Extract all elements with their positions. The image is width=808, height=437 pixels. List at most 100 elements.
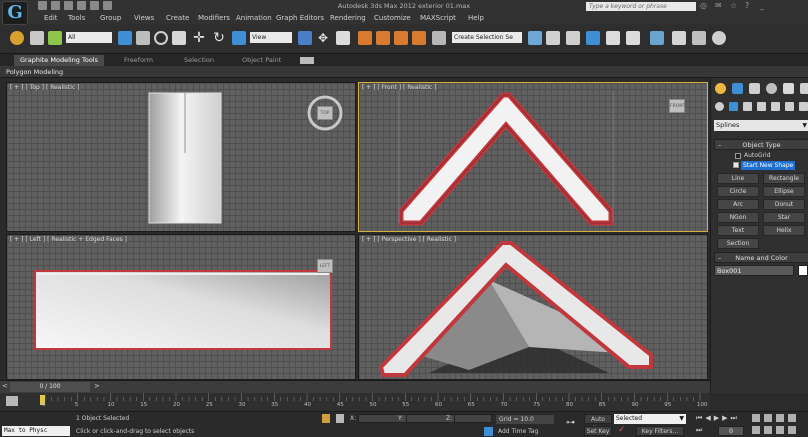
edit-named-selection-icon[interactable]: [432, 31, 446, 45]
pivot-center-icon[interactable]: [298, 31, 312, 45]
viewcube-top[interactable]: TOP: [317, 106, 333, 120]
shape-circle-button[interactable]: Circle: [717, 186, 759, 197]
menu-create[interactable]: Create: [166, 14, 189, 22]
start-new-shape-button[interactable]: Start New Shape: [741, 161, 796, 170]
maximize-viewport-icon[interactable]: [788, 426, 796, 434]
shape-star-button[interactable]: Star: [763, 212, 805, 223]
mini-curve-editor-icon[interactable]: [6, 396, 18, 406]
shape-ellipse-button[interactable]: Ellipse: [763, 186, 805, 197]
shape-donut-button[interactable]: Donut: [763, 199, 805, 210]
lights-icon[interactable]: [743, 102, 752, 111]
viewport-front[interactable]: FRONT [ + ] [ Front ] [ Realistic ]: [358, 82, 708, 232]
snaps-toggle-icon[interactable]: [358, 31, 372, 45]
render-setup-icon[interactable]: [672, 31, 686, 45]
zoom-icon[interactable]: [752, 414, 760, 422]
scale-icon[interactable]: [232, 31, 246, 45]
viewport-front-label[interactable]: [ + ] [ Front ] [ Realistic ]: [362, 84, 437, 91]
start-new-shape-checkbox[interactable]: [733, 162, 739, 168]
menu-graph-editors[interactable]: Graph Editors: [276, 14, 324, 22]
menu-tools[interactable]: Tools: [68, 14, 85, 22]
key-icon[interactable]: ⊶: [566, 418, 575, 428]
go-to-end-icon[interactable]: ⏭: [730, 414, 736, 423]
curve-editor-icon[interactable]: [606, 31, 620, 45]
menu-group[interactable]: Group: [100, 14, 121, 22]
pan-icon[interactable]: [764, 426, 772, 434]
schematic-view-icon[interactable]: [626, 31, 640, 45]
communication-icon[interactable]: ✉: [715, 1, 724, 10]
search-input[interactable]: Type a keyword or phrase: [586, 2, 696, 11]
shape-section-button[interactable]: Section: [717, 238, 759, 249]
prev-frame-icon[interactable]: <: [2, 382, 8, 390]
viewport-left[interactable]: LEFT [ + ] [ Left ] [ Realistic + Edged …: [6, 234, 356, 380]
tab-graphite-modeling-tools[interactable]: Graphite Modeling Tools: [14, 55, 105, 66]
menu-rendering[interactable]: Rendering: [330, 14, 366, 22]
orbit-icon[interactable]: [776, 426, 784, 434]
viewport-left-label[interactable]: [ + ] [ Left ] [ Realistic + Edged Faces…: [10, 236, 127, 243]
viewcube-left[interactable]: LEFT: [317, 259, 333, 273]
tab-selection[interactable]: Selection: [178, 55, 220, 66]
time-tag-icon[interactable]: [484, 427, 493, 436]
render-production-icon[interactable]: [712, 31, 726, 45]
space-warps-icon[interactable]: [785, 102, 794, 111]
autogrid-checkbox[interactable]: AutoGrid: [735, 152, 771, 159]
unlink-icon[interactable]: [30, 31, 44, 45]
menu-edit[interactable]: Edit: [44, 14, 58, 22]
minimize-icon[interactable]: _: [760, 1, 769, 10]
material-editor-icon[interactable]: [650, 31, 664, 45]
object-name-field[interactable]: Box001: [714, 265, 794, 276]
absolute-mode-icon[interactable]: [336, 414, 344, 423]
panel-polygon-modeling[interactable]: Polygon Modeling: [6, 68, 63, 76]
viewcube-front[interactable]: FRONT: [669, 99, 685, 113]
star-icon[interactable]: ☆: [730, 1, 739, 10]
field-of-view-icon[interactable]: [752, 426, 760, 434]
selection-filter-dropdown[interactable]: All: [66, 32, 112, 43]
region-select-icon[interactable]: [154, 31, 168, 45]
viewport-top[interactable]: TOP [ + ] [ Top ] [ Realistic ]: [6, 82, 356, 232]
object-color-swatch[interactable]: [798, 265, 808, 276]
help-icon[interactable]: ?: [745, 1, 754, 10]
align-icon[interactable]: [546, 31, 560, 45]
menu-maxscript[interactable]: MAXScript: [420, 14, 456, 22]
tab-freeform[interactable]: Freeform: [118, 55, 159, 66]
helpers-icon[interactable]: [771, 102, 780, 111]
viewport-perspective[interactable]: [ + ] [ Perspective ] [ Realistic ]: [358, 234, 708, 380]
move-icon[interactable]: ✛: [192, 31, 206, 45]
play-icon[interactable]: ▶: [714, 414, 719, 423]
viewport-top-label[interactable]: [ + ] [ Top ] [ Realistic ]: [10, 84, 80, 91]
set-key-icon[interactable]: ✓: [618, 425, 626, 435]
menu-help[interactable]: Help: [468, 14, 484, 22]
select-by-name-icon[interactable]: [136, 31, 150, 45]
cameras-icon[interactable]: [757, 102, 766, 111]
add-time-tag[interactable]: Add Time Tag: [498, 428, 538, 435]
lock-selection-icon[interactable]: [322, 414, 330, 423]
select-object-icon[interactable]: [118, 31, 132, 45]
shape-rectangle-button[interactable]: Rectangle: [763, 173, 805, 184]
shape-text-button[interactable]: Text: [717, 225, 759, 236]
display-tab-icon[interactable]: [783, 83, 794, 94]
viewport-perspective-label[interactable]: [ + ] [ Perspective ] [ Realistic ]: [362, 236, 456, 243]
named-selection-dropdown[interactable]: Create Selection Se: [452, 32, 522, 43]
layer-manager-icon[interactable]: [566, 31, 580, 45]
bind-space-warp-icon[interactable]: [48, 31, 62, 45]
menu-animation[interactable]: Animation: [236, 14, 272, 22]
hierarchy-tab-icon[interactable]: [749, 83, 760, 94]
modify-tab-icon[interactable]: [732, 83, 743, 94]
percent-snap-icon[interactable]: [394, 31, 408, 45]
angle-snap-icon[interactable]: [376, 31, 390, 45]
reference-coord-dropdown[interactable]: View: [250, 32, 292, 43]
rendered-frame-icon[interactable]: [692, 31, 706, 45]
go-to-start-icon[interactable]: ⏮: [696, 414, 702, 423]
geometry-icon[interactable]: [715, 102, 724, 111]
mirror-icon[interactable]: [528, 31, 542, 45]
spinner-snap-icon[interactable]: [412, 31, 426, 45]
systems-icon[interactable]: [799, 102, 808, 111]
create-tab-icon[interactable]: [715, 83, 726, 94]
time-slider[interactable]: 0 / 100 < >: [0, 380, 710, 393]
manipulate-icon[interactable]: ✥: [316, 31, 330, 45]
tab-object-paint[interactable]: Object Paint: [236, 55, 287, 66]
window-crossing-icon[interactable]: [172, 31, 186, 45]
maxscript-listener[interactable]: Max to Physc: [2, 426, 70, 436]
next-frame-icon[interactable]: >: [94, 382, 100, 390]
next-key-icon[interactable]: ▶: [722, 414, 727, 423]
shape-ngon-button[interactable]: NGon: [717, 212, 759, 223]
